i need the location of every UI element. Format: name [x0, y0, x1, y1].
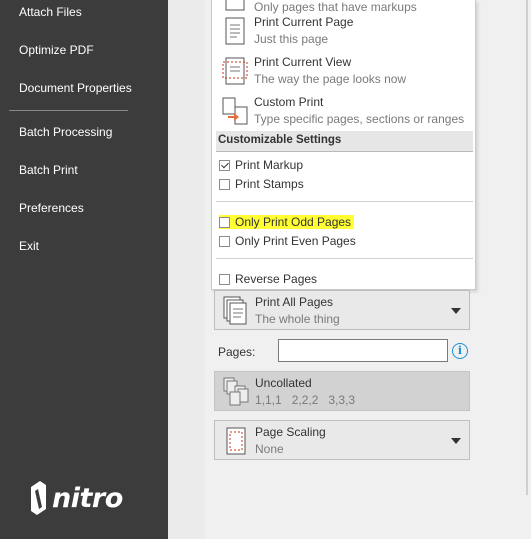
collation-dropdown: Uncollated 1,1,1 2,2,2 3,3,3 — [214, 371, 470, 411]
custom-print-icon — [222, 97, 248, 125]
collation-subtitle: 1,1,1 2,2,2 3,3,3 — [255, 393, 356, 407]
checkbox-label: Print Stamps — [235, 177, 304, 191]
page-scaling-title: Page Scaling — [255, 425, 326, 439]
sidebar-item-batch-processing[interactable]: Batch Processing — [19, 125, 112, 139]
customizable-settings-header: Customizable Settings — [216, 131, 473, 152]
reverse-pages-checkbox[interactable] — [219, 273, 230, 285]
menu-option-print-current-page[interactable]: Print Current Page Just this page — [220, 14, 469, 52]
reverse-pages-option[interactable]: Reverse Pages — [219, 270, 317, 288]
print-stamps-checkbox[interactable] — [219, 178, 230, 190]
checkbox-label: Only Print Even Pages — [235, 234, 356, 248]
print-markup-checkbox[interactable] — [219, 159, 230, 171]
nitro-logo-icon — [31, 481, 46, 515]
only-print-odd-pages-option[interactable]: Only Print Odd Pages — [219, 213, 355, 231]
markup-pages-icon — [225, 0, 245, 11]
menu-option-subtitle: Type specific pages, sections or ranges — [254, 112, 465, 126]
chevron-down-icon — [451, 438, 461, 444]
checkbox-label: Print Markup — [235, 158, 304, 172]
menu-option-print-current-view[interactable]: Print Current View The way the page look… — [220, 54, 469, 92]
print-range-menu: Only pages that have markups Print Curre… — [211, 0, 476, 290]
menu-option-title: Print Current View — [254, 55, 352, 69]
sidebar-divider — [9, 110, 128, 111]
page-scaling-subtitle: None — [255, 442, 284, 456]
menu-option-subtitle: The way the page looks now — [254, 72, 407, 86]
highlighted-option: Only Print Odd Pages — [219, 215, 355, 229]
pages-input[interactable] — [278, 339, 448, 362]
only-print-even-pages-checkbox[interactable] — [219, 235, 230, 247]
all-pages-icon — [223, 296, 247, 325]
sidebar-item-document-properties[interactable]: Document Properties — [19, 81, 132, 95]
sidebar-item-attach-files[interactable]: Attach Files — [19, 5, 82, 19]
menu-divider — [216, 258, 473, 259]
only-print-even-pages-option[interactable]: Only Print Even Pages — [219, 232, 356, 250]
panel-margin — [168, 0, 205, 539]
current-view-icon — [222, 57, 248, 85]
menu-option-title: Print Current Page — [254, 15, 354, 29]
nitro-logo: nitro — [28, 479, 123, 517]
sidebar-item-exit[interactable]: Exit — [19, 239, 39, 253]
sidebar-item-batch-print[interactable]: Batch Print — [19, 163, 78, 177]
checkbox-label: Reverse Pages — [235, 272, 318, 286]
print-markup-option[interactable]: Print Markup — [219, 156, 303, 174]
sidebar: Attach Files Optimize PDF Document Prope… — [0, 0, 168, 539]
menu-option-custom-print[interactable]: Custom Print Type specific pages, sectio… — [220, 94, 469, 132]
sidebar-item-preferences[interactable]: Preferences — [19, 201, 84, 215]
pages-label: Pages: — [218, 345, 256, 359]
print-range-title: Print All Pages — [255, 295, 334, 309]
chevron-down-icon — [451, 308, 461, 314]
print-range-dropdown[interactable]: Print All Pages The whole thing — [214, 290, 470, 330]
panel-right-border — [526, 0, 528, 495]
menu-divider — [216, 201, 473, 202]
sidebar-item-optimize-pdf[interactable]: Optimize PDF — [19, 43, 94, 57]
page-scaling-dropdown[interactable]: Page Scaling None — [214, 420, 470, 460]
checkbox-label: Only Print Odd Pages — [235, 215, 352, 229]
logo-wordmark: nitro — [52, 482, 123, 514]
only-print-odd-pages-checkbox[interactable] — [219, 216, 230, 228]
print-stamps-option[interactable]: Print Stamps — [219, 175, 304, 193]
collation-title: Uncollated — [255, 376, 312, 390]
menu-option-title: Custom Print — [254, 95, 324, 109]
single-page-icon — [225, 17, 245, 45]
info-icon[interactable]: i — [452, 343, 468, 359]
menu-option-subtitle: Only pages that have markups — [254, 0, 417, 14]
page-scaling-icon — [226, 427, 246, 455]
menu-option-subtitle: Just this page — [254, 32, 329, 46]
print-range-subtitle: The whole thing — [255, 312, 340, 326]
uncollated-icon — [223, 377, 249, 406]
